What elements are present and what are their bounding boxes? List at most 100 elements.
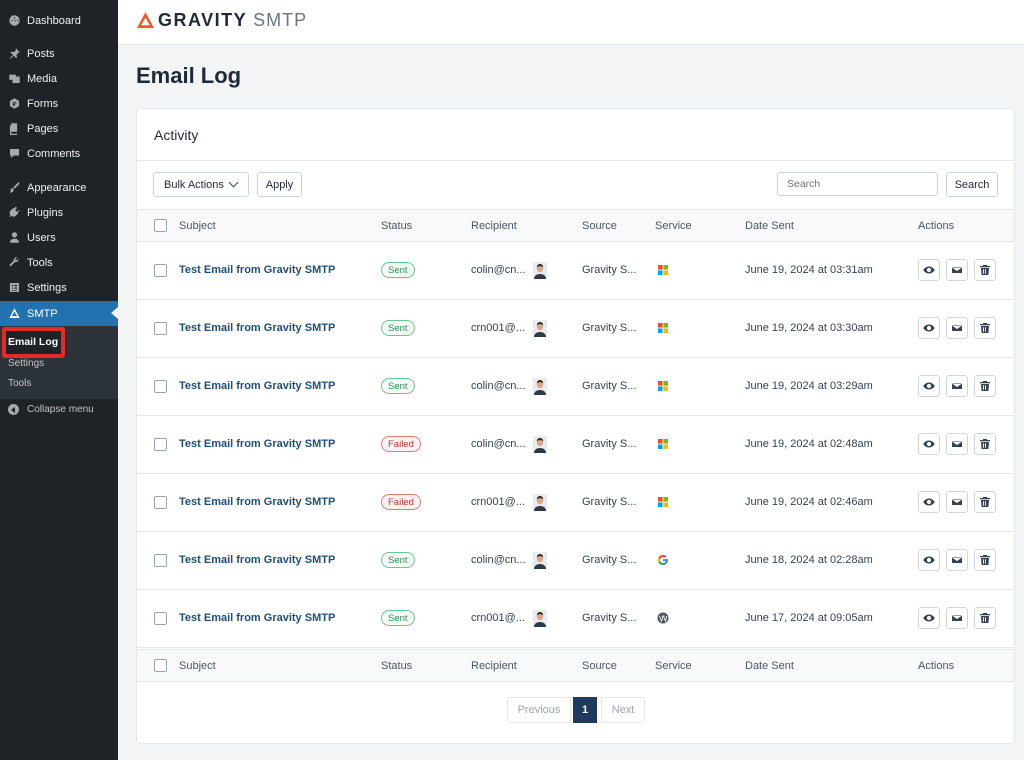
resend-button[interactable] (946, 259, 968, 281)
delete-button[interactable] (974, 607, 996, 629)
sidebar-item-media[interactable]: Media (0, 66, 118, 91)
resend-button[interactable] (946, 375, 968, 397)
view-button[interactable] (918, 549, 940, 571)
email-subject-link[interactable]: Test Email from Gravity SMTP (179, 554, 335, 566)
column-header-status[interactable]: Status (381, 660, 412, 672)
view-button[interactable] (918, 433, 940, 455)
recipient: colin@cn... (471, 264, 526, 276)
column-header-subject[interactable]: Subject (179, 220, 216, 232)
recipient: colin@cn... (471, 554, 526, 566)
column-header-source[interactable]: Source (582, 220, 617, 232)
row-checkbox[interactable] (154, 264, 167, 277)
row-checkbox[interactable] (154, 438, 167, 451)
delete-button[interactable] (974, 375, 996, 397)
email-subject-link[interactable]: Test Email from Gravity SMTP (179, 380, 335, 392)
bulk-actions-label: Bulk Actions (164, 178, 224, 191)
column-header-service[interactable]: Service (655, 220, 692, 232)
sidebar-item-users[interactable]: Users (0, 225, 118, 250)
column-header-date-sent[interactable]: Date Sent (745, 220, 794, 232)
sidebar-item-tools[interactable]: Tools (0, 250, 118, 275)
status-badge: Sent (381, 262, 415, 278)
page-1-button[interactable]: 1 (573, 697, 597, 723)
trash-icon (980, 439, 990, 449)
email-subject-link[interactable]: Test Email from Gravity SMTP (179, 438, 335, 450)
resend-button[interactable] (946, 607, 968, 629)
column-header-service[interactable]: Service (655, 660, 692, 672)
source: Gravity S... (582, 554, 637, 566)
search-input[interactable] (777, 172, 938, 196)
sidebar-item-dashboard[interactable]: Dashboard (0, 8, 118, 33)
microsoft-icon (658, 497, 668, 507)
sidebar-item-smtp[interactable]: SMTP (0, 301, 118, 326)
column-header-date-sent[interactable]: Date Sent (745, 660, 794, 672)
delete-button[interactable] (974, 549, 996, 571)
email-subject-link[interactable]: Test Email from Gravity SMTP (179, 264, 335, 276)
view-button[interactable] (918, 491, 940, 513)
table-row: Test Email from Gravity SMTP Sent crn001@.… (137, 590, 1014, 648)
trash-icon (980, 265, 990, 275)
bulk-actions-select[interactable]: Bulk Actions (153, 172, 249, 197)
submenu-settings[interactable]: Settings (8, 358, 44, 369)
sidebar-item-posts[interactable]: Posts (0, 41, 118, 66)
previous-page-button[interactable]: Previous (507, 697, 571, 723)
delete-button[interactable] (974, 433, 996, 455)
dashboard-icon (8, 14, 21, 27)
submenu-tools[interactable]: Tools (8, 378, 31, 389)
resend-button[interactable] (946, 317, 968, 339)
email-subject-link[interactable]: Test Email from Gravity SMTP (179, 322, 335, 334)
comment-icon (8, 147, 21, 160)
sidebar-item-label: Posts (27, 47, 55, 60)
delete-button[interactable] (974, 317, 996, 339)
row-checkbox[interactable] (154, 554, 167, 567)
next-page-button[interactable]: Next (601, 697, 645, 723)
resend-button[interactable] (946, 549, 968, 571)
sidebar-item-appearance[interactable]: Appearance (0, 175, 118, 200)
sidebar-item-label: Comments (27, 147, 81, 160)
view-button[interactable] (918, 317, 940, 339)
admin-sidebar: Email Log Settings Tools Collapse menu D… (0, 0, 118, 760)
recipient: colin@cn... (471, 380, 526, 392)
wordpress-icon (657, 612, 669, 624)
sidebar-item-pages[interactable]: Pages (0, 116, 118, 141)
column-header-subject[interactable]: Subject (179, 660, 216, 672)
microsoft-icon (658, 265, 668, 275)
sidebar-item-forms[interactable]: Forms (0, 91, 118, 116)
delete-button[interactable] (974, 491, 996, 513)
row-checkbox[interactable] (154, 496, 167, 509)
sidebar-item-label: Media (27, 72, 57, 85)
source: Gravity S... (582, 438, 637, 450)
sidebar-item-settings[interactable]: Settings (0, 275, 118, 300)
column-header-source[interactable]: Source (582, 660, 617, 672)
email-subject-link[interactable]: Test Email from Gravity SMTP (179, 496, 335, 508)
source: Gravity S... (582, 322, 637, 334)
column-header-status[interactable]: Status (381, 220, 412, 232)
apply-button[interactable]: Apply (257, 172, 302, 197)
envelope-icon (952, 266, 962, 273)
search-button[interactable]: Search (946, 172, 998, 197)
column-header-recipient[interactable]: Recipient (471, 660, 517, 672)
resend-button[interactable] (946, 491, 968, 513)
status-badge: Failed (381, 436, 421, 452)
view-button[interactable] (918, 607, 940, 629)
table-row: Test Email from Gravity SMTP Sent crn001@.… (137, 300, 1014, 358)
date-sent: June 19, 2024 at 03:29am (745, 380, 873, 392)
submenu-email-log[interactable]: Email Log (8, 336, 58, 348)
row-checkbox[interactable] (154, 322, 167, 335)
row-checkbox[interactable] (154, 380, 167, 393)
view-button[interactable] (918, 375, 940, 397)
view-button[interactable] (918, 259, 940, 281)
table-row: Test Email from Gravity SMTP Sent colin@cn… (137, 242, 1014, 300)
sidebar-item-plugins[interactable]: Plugins (0, 200, 118, 225)
column-header-recipient[interactable]: Recipient (471, 220, 517, 232)
collapse-menu-button[interactable]: Collapse menu (8, 404, 94, 415)
delete-button[interactable] (974, 259, 996, 281)
email-subject-link[interactable]: Test Email from Gravity SMTP (179, 612, 335, 624)
select-all-checkbox[interactable] (154, 219, 167, 232)
sidebar-item-comments[interactable]: Comments (0, 141, 118, 166)
select-all-checkbox-footer[interactable] (154, 659, 167, 672)
resend-button[interactable] (946, 433, 968, 455)
collapse-menu-label: Collapse menu (27, 404, 94, 415)
trash-icon (980, 613, 990, 623)
table-footer: Subject Status Recipient Source Service Date … (137, 649, 1014, 682)
row-checkbox[interactable] (154, 612, 167, 625)
